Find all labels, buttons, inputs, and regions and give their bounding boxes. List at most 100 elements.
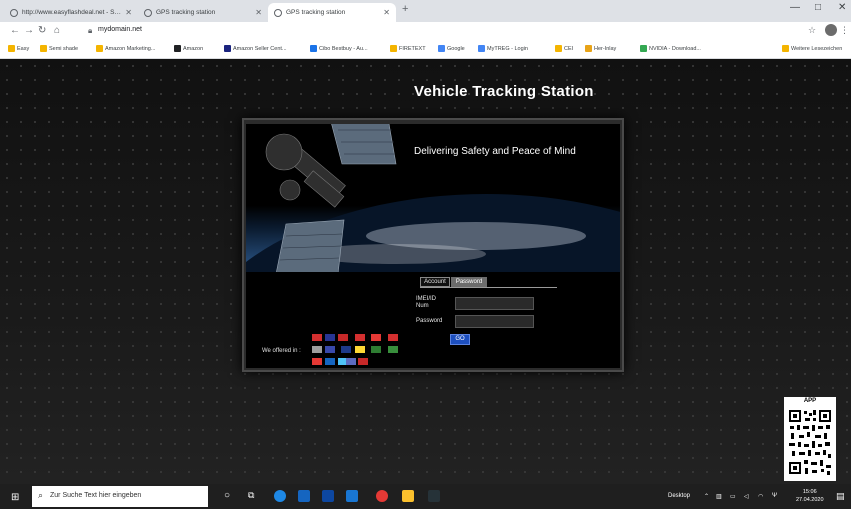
app-icon[interactable] [402, 490, 414, 502]
globe-icon [144, 8, 152, 17]
site-tagline: Delivering Safety and Peace of Mind [414, 146, 576, 157]
menu-icon[interactable]: ⋮ [840, 25, 849, 36]
bookmark-icon [438, 45, 445, 52]
bookmark-item[interactable]: Amazon [174, 45, 203, 52]
go-button[interactable]: GO [450, 334, 470, 345]
bookmark-item[interactable]: Google [438, 45, 465, 52]
bookmark-icon [640, 45, 647, 52]
flag-icon[interactable] [312, 358, 322, 365]
bookmark-item[interactable]: NVIDIA - Download... [640, 45, 701, 52]
bookmark-icon [585, 45, 592, 52]
flag-icon[interactable] [358, 358, 368, 365]
mail-icon[interactable] [346, 490, 358, 502]
browser-tab-2[interactable]: GPS tracking station ✕ [138, 3, 268, 22]
volume-icon[interactable]: ◁ [744, 493, 749, 500]
maximize-button[interactable]: □ [815, 2, 821, 13]
bookmark-icon [390, 45, 397, 52]
flag-icon[interactable] [355, 334, 365, 341]
bookmark-item[interactable]: Amazon Marketing... [96, 45, 155, 52]
flag-icon[interactable] [388, 334, 398, 341]
site-title: Vehicle Tracking Station [414, 83, 594, 100]
flag-icon[interactable] [312, 334, 322, 341]
bookmark-icon [224, 45, 231, 52]
bookmark-icon [310, 45, 317, 52]
flag-icon[interactable] [325, 346, 335, 353]
bookmark-item[interactable]: Weitere Lesezeichen [782, 45, 842, 52]
wifi-icon[interactable]: ◠ [758, 493, 763, 500]
browser-tab-1[interactable]: http://www.easyflashdeal.net - Sicurp ✕ [4, 3, 138, 22]
languages-label: We offered in : [262, 348, 301, 354]
language-icon[interactable]: Ψ [772, 493, 777, 499]
close-tab-icon[interactable]: ✕ [383, 8, 390, 17]
tab-title: GPS tracking station [286, 9, 346, 16]
flag-icon[interactable] [371, 334, 381, 341]
flag-icon[interactable] [355, 346, 365, 353]
password-input[interactable] [455, 315, 534, 328]
bookmark-star-icon[interactable]: ☆ [808, 25, 816, 36]
flag-icon[interactable] [371, 346, 381, 353]
new-tab-button[interactable]: + [402, 3, 408, 15]
bookmark-icon [478, 45, 485, 52]
bookmark-item[interactable]: Cibo Bestbuy - Au... [310, 45, 368, 52]
home-icon[interactable]: ⌂ [54, 25, 60, 36]
flag-icon[interactable] [341, 346, 351, 353]
bookmark-item[interactable]: Her-Inlay [585, 45, 616, 52]
desktop-toolbar-label[interactable]: Desktop [668, 493, 690, 499]
tab-divider [420, 287, 557, 288]
forward-arrow-icon[interactable]: → [24, 25, 34, 36]
windows-start-icon[interactable]: ⊞ [11, 492, 19, 503]
password-label: Password [416, 318, 443, 324]
close-window-button[interactable]: ✕ [838, 2, 846, 13]
tab-account[interactable]: Account [420, 277, 450, 287]
qr-title: APP [803, 398, 817, 404]
user-id-input[interactable] [455, 297, 534, 310]
close-tab-icon[interactable]: ✕ [255, 8, 262, 17]
close-tab-icon[interactable]: ✕ [125, 8, 132, 17]
minimize-button[interactable]: — [790, 2, 800, 13]
globe-icon [10, 8, 18, 17]
task-view-icon[interactable]: ⧉ [248, 490, 260, 502]
cortana-icon[interactable]: ○ [224, 490, 236, 502]
bookmark-icon [8, 45, 15, 52]
flag-icon[interactable] [325, 334, 335, 341]
qr-code-image[interactable] [787, 408, 833, 478]
bookmark-item[interactable]: Easy [8, 45, 29, 52]
flag-icon[interactable] [388, 346, 398, 353]
tab-password[interactable]: Password [451, 277, 487, 287]
network-icon[interactable]: ▥ [716, 493, 722, 500]
bookmark-icon [40, 45, 47, 52]
bookmark-item[interactable]: CEI [555, 45, 573, 52]
bookmark-icon [174, 45, 181, 52]
bookmark-item[interactable]: MyTREG - Login [478, 45, 528, 52]
notifications-icon[interactable]: ▤ [836, 491, 845, 502]
search-icon: ⌕ [38, 490, 44, 500]
address-bar[interactable] [80, 25, 810, 38]
profile-avatar[interactable] [825, 24, 837, 36]
edge-icon[interactable] [274, 490, 286, 502]
bookmark-item[interactable]: FIRETEXT [390, 45, 426, 52]
chevron-up-icon[interactable]: ⌃ [704, 493, 709, 500]
chrome-icon[interactable] [376, 490, 388, 502]
flag-icon[interactable] [312, 346, 322, 353]
taskbar-search-placeholder: Zur Suche Text hier eingeben [50, 492, 142, 499]
flag-icon[interactable] [325, 358, 335, 365]
bookmark-item[interactable]: Amazon Seller Cent... [224, 45, 287, 52]
bookmark-item[interactable]: Semi shade [40, 45, 78, 52]
browser-tab-3-active[interactable]: GPS tracking station ✕ [268, 3, 396, 22]
reload-icon[interactable]: ↻ [38, 25, 46, 36]
lock-icon[interactable]: 🔒︎ [88, 26, 92, 36]
app-icon[interactable] [428, 490, 440, 502]
clock-time: 15:06 [802, 489, 817, 495]
clock-date: 27.04.2020 [796, 497, 824, 503]
taskbar-clock[interactable]: 15:06 27.04.2020 [796, 488, 824, 504]
browser-tab-strip: http://www.easyflashdeal.net - Sicurp ✕ … [0, 0, 851, 22]
bookmark-icon [555, 45, 562, 52]
flag-icon[interactable] [338, 334, 348, 341]
tab-title: http://www.easyflashdeal.net - Sicurp [22, 9, 122, 16]
url-text[interactable]: mydomain.net [98, 26, 142, 33]
back-arrow-icon[interactable]: ← [10, 25, 20, 36]
flag-icon[interactable] [346, 358, 356, 365]
battery-icon[interactable]: ▭ [730, 493, 736, 500]
file-explorer-icon[interactable] [298, 490, 310, 502]
store-icon[interactable] [322, 490, 334, 502]
